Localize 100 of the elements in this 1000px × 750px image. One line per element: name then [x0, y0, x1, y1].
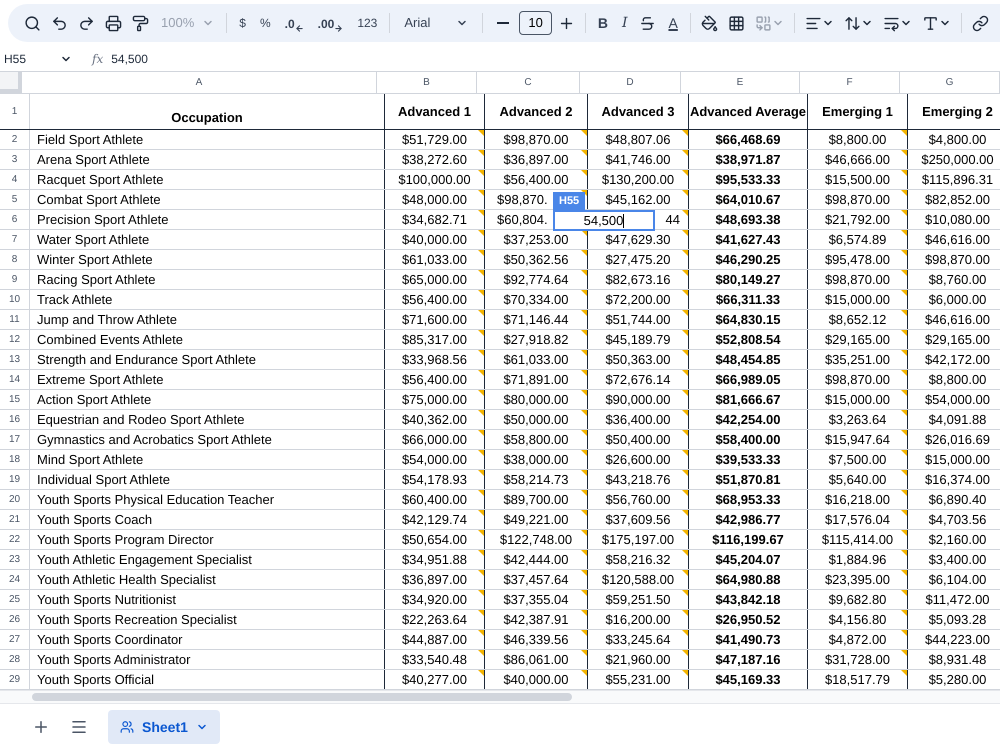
table-cell-text: Youth Athletic Engagement Specialist — [37, 550, 252, 569]
note-marker-icon — [581, 590, 587, 596]
column-header[interactable]: C — [477, 72, 580, 93]
note-marker-icon — [478, 130, 484, 136]
format-button[interactable]: % — [254, 9, 277, 37]
row-number[interactable]: 16 — [0, 410, 30, 429]
bold-button[interactable]: B — [592, 9, 614, 37]
row-number[interactable]: 7 — [0, 230, 30, 249]
cell-editor-field[interactable]: 54,500 — [553, 210, 655, 231]
row-number[interactable]: 17 — [0, 430, 30, 449]
vertical-arrows-icon — [844, 14, 861, 32]
format-button[interactable]: 123 — [351, 9, 384, 37]
row-number[interactable]: 3 — [0, 150, 30, 169]
name-box[interactable]: H55 — [0, 50, 80, 68]
table-cell-text: $38,000.00 — [503, 450, 569, 469]
table-cell-text: $46,616.00 — [924, 310, 990, 329]
row-number[interactable]: 27 — [0, 630, 30, 649]
row-number[interactable]: 2 — [0, 130, 30, 149]
row-number[interactable]: 28 — [0, 650, 30, 669]
row-number[interactable]: 21 — [0, 510, 30, 529]
row-number[interactable]: 10 — [0, 290, 30, 309]
table-cell-text: $40,362.00 — [402, 410, 468, 429]
table-cell-text: $8,760.00 — [928, 270, 986, 289]
column-header[interactable]: D — [580, 72, 681, 93]
table-cell-text: $15,947.64 — [824, 430, 890, 449]
table-cell-text: $2,160.00 — [928, 530, 986, 549]
row-number[interactable]: 19 — [0, 470, 30, 489]
note-marker-icon — [581, 150, 587, 156]
column-header[interactable]: E — [681, 72, 800, 93]
column-header[interactable]: G — [900, 72, 1000, 93]
table-cell-text: $18,517.79 — [824, 670, 890, 689]
right-arrow-icon — [334, 24, 344, 33]
table-cell-text: $89,700.00 — [503, 490, 569, 509]
table-cell-text: $21,960.00 — [605, 650, 671, 669]
table-cell-text: Youth Sports Administrator — [37, 650, 190, 669]
table-cell-text: $51,870.81 — [715, 470, 781, 489]
table-cell-text: Youth Sports Coach — [37, 510, 152, 529]
row-number[interactable]: 8 — [0, 250, 30, 269]
table-cell-text: $95,478.00 — [824, 250, 890, 269]
formula-field[interactable]: 54,500 — [111, 50, 148, 68]
table-cell-text: $100,000.00 — [398, 170, 471, 189]
note-marker-icon — [682, 230, 688, 236]
text-color-button[interactable]: A — [662, 9, 684, 37]
row-number[interactable]: 29 — [0, 670, 30, 689]
font-dropdown[interactable]: Arial — [396, 9, 476, 37]
table-cell-text: Equestrian and Rodeo Sport Athlete — [37, 410, 244, 429]
all-sheets-icon[interactable] — [70, 718, 88, 736]
table-cell-text: Field Sport Athlete — [37, 130, 144, 149]
note-marker-icon — [478, 190, 484, 196]
sheet-tab[interactable]: Sheet1 — [108, 710, 220, 744]
note-marker-icon — [682, 410, 688, 416]
table-cell-text: $54,000.00 — [924, 390, 990, 409]
row-number[interactable]: 14 — [0, 370, 30, 389]
table-cell-text: $46,666.00 — [824, 150, 890, 169]
row-number[interactable]: 22 — [0, 530, 30, 549]
row-number[interactable]: 15 — [0, 390, 30, 409]
row-number[interactable]: 23 — [0, 550, 30, 569]
row-number[interactable]: 13 — [0, 350, 30, 369]
table-cell-text: $31,728.00 — [824, 650, 890, 669]
table-cell-text: Water Sport Athlete — [37, 230, 150, 249]
row-number[interactable]: 25 — [0, 590, 30, 609]
note-marker-icon — [478, 270, 484, 276]
row-number[interactable]: 18 — [0, 450, 30, 469]
row-number[interactable]: 1 — [0, 94, 30, 129]
row-number[interactable]: 24 — [0, 570, 30, 589]
table-cell-text: $36,897.00 — [402, 570, 468, 589]
row-number[interactable]: 20 — [0, 490, 30, 509]
table-cell-text: $86,061.00 — [503, 650, 569, 669]
column-header[interactable]: F — [800, 72, 900, 93]
note-marker-icon — [478, 510, 484, 516]
table-cell-text: Combined Events Athlete — [37, 330, 183, 349]
italic-button[interactable]: I — [616, 9, 634, 37]
note-marker-icon — [901, 210, 907, 216]
table-cell-text: Mind Sport Athlete — [37, 450, 144, 469]
note-marker-icon — [581, 510, 587, 516]
row-number[interactable]: 26 — [0, 610, 30, 629]
column-header[interactable]: A — [22, 72, 377, 93]
row-number[interactable]: 4 — [0, 170, 30, 189]
add-sheet-icon[interactable] — [32, 718, 50, 736]
redo-icon — [78, 14, 95, 32]
note-marker-icon — [901, 370, 907, 376]
decimal-button[interactable]: .0 — [278, 9, 310, 37]
font-size-field[interactable]: 10 — [519, 11, 552, 35]
row-number[interactable]: 5 — [0, 190, 30, 209]
note-marker-icon — [901, 590, 907, 596]
horizontal-scrollbar[interactable] — [32, 693, 572, 701]
note-marker-icon — [581, 310, 587, 316]
note-marker-icon — [581, 470, 587, 476]
table-cell-text: $1,884.96 — [828, 550, 886, 569]
table-cell-text: $48,000.00 — [402, 190, 468, 209]
column-header[interactable]: B — [377, 72, 477, 93]
table-cell-text: $29,165.00 — [824, 330, 890, 349]
note-marker-icon — [901, 330, 907, 336]
row-number[interactable]: 11 — [0, 310, 30, 329]
row-number[interactable]: 6 — [0, 210, 30, 229]
row-number[interactable]: 9 — [0, 270, 30, 289]
table-cell-text: $8,931.48 — [928, 650, 986, 669]
decimal-button[interactable]: .00 — [312, 9, 350, 37]
row-number[interactable]: 12 — [0, 330, 30, 349]
format-button[interactable]: $ — [233, 9, 252, 37]
